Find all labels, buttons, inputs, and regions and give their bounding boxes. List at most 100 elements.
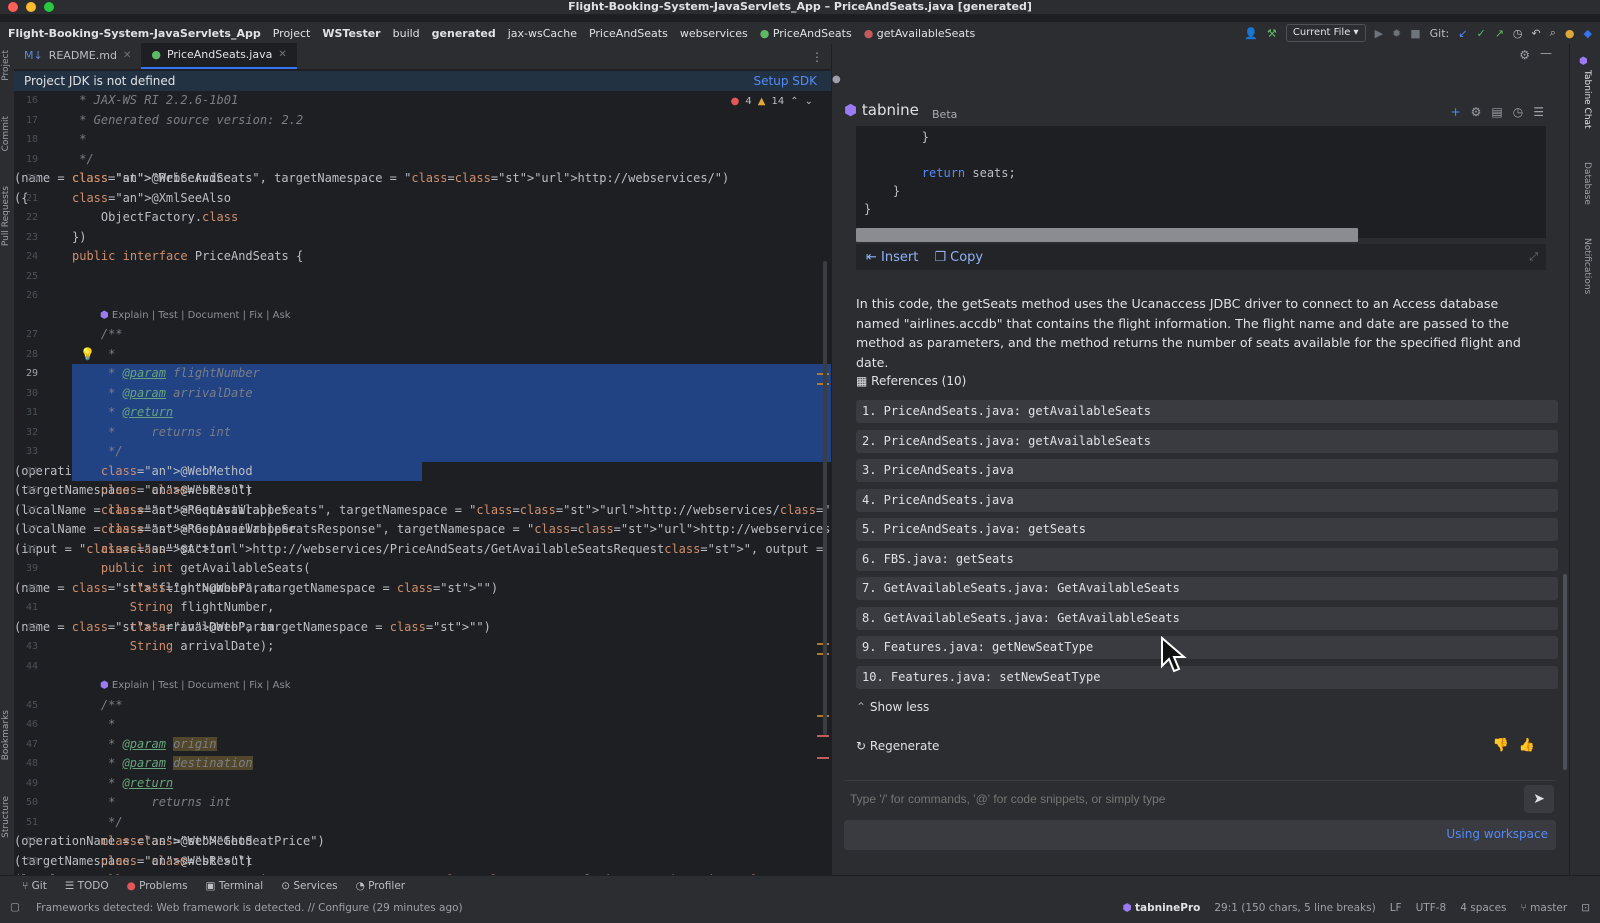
code-line[interactable]: 16 * JAX-WS RI 2.2.6-1b01 [14,91,831,111]
lock-icon[interactable]: ⊡ [1581,902,1590,914]
reference-item[interactable]: 1. PriceAndSeats.java: getAvailableSeats [856,400,1558,423]
structure-tool-button[interactable]: Structure [1,796,11,838]
minimize-window-button[interactable] [26,2,36,12]
code-line[interactable]: 36 class="an">@RequestWrapper (localName … [14,501,831,521]
code-line[interactable]: 35 class="an">@WebResult (targetNamespace… [14,481,831,501]
code-line[interactable]: 41 String flightNumber, [14,598,831,618]
expand-icon[interactable]: ⤢ [1529,250,1538,264]
terminal-tool-button[interactable]: ▣ Terminal [206,880,264,892]
code-line[interactable]: 43 String arrivalDate); [14,637,831,657]
reference-item[interactable]: 5. PriceAndSeats.java: getSeats [856,518,1558,541]
tab-priceandseats[interactable]: ● PriceAndSeats.java ✕ [141,42,297,69]
code-line[interactable]: 33 */ [14,442,831,462]
using-workspace-link[interactable]: Using workspace [1446,827,1548,841]
code-line[interactable]: 37 class="an">@ResponseWrapper (localName… [14,520,831,540]
breadcrumb-interface[interactable]: ● PriceAndSeats [760,27,852,40]
git-push-icon[interactable]: ↗ [1495,27,1504,40]
build-hammer-icon[interactable]: ⚒ [1267,27,1277,40]
reference-item[interactable]: 10. Features.java: setNewSeatType [856,665,1558,689]
feedback-icon[interactable]: ▤ [1491,105,1502,119]
code-line[interactable]: 17 * Generated source version: 2.2 [14,111,831,131]
git-branch[interactable]: ⑂ master [1521,902,1568,914]
run-icon[interactable]: ▶ [1375,27,1383,40]
close-tab-icon[interactable]: ✕ [278,42,286,68]
chat-input[interactable] [844,787,1514,811]
reference-item[interactable]: 7. GetAvailableSeats.java: GetAvailableS… [856,577,1558,600]
code-lens-actions[interactable]: ⬢ Explain | Test | Document | Fix | Ask [100,676,291,696]
bookmarks-tool-button[interactable]: Bookmarks [1,710,11,760]
tabs-more-icon[interactable]: ⋮ [811,50,823,64]
panel-scrollbar[interactable] [1563,574,1567,770]
rollback-icon[interactable]: ↶ [1532,27,1541,40]
code-line[interactable]: 32 * returns int [14,422,831,442]
reference-item[interactable]: 3. PriceAndSeats.java [856,459,1558,482]
tabnine-code-lens[interactable]: ⬢ Explain | Test | Document | Fix | Ask [14,306,831,326]
breadcrumb-project[interactable]: Flight-Booking-System-JavaServlets_App [8,27,261,40]
breadcrumb-item[interactable]: build [393,27,420,40]
editor-scrollbar[interactable] [817,91,829,875]
git-update-icon[interactable]: ↙ [1458,27,1467,40]
chevron-up-icon[interactable]: ⌃ [790,96,798,107]
code-line[interactable]: 25 [14,267,831,287]
settings-icon[interactable]: ⚙ [1471,105,1482,119]
reference-item[interactable]: 6. FBS.java: getSeats [856,547,1558,571]
git-commit-icon[interactable]: ✓ [1476,27,1485,40]
status-message[interactable]: Frameworks detected: Web framework is de… [36,902,463,914]
code-line[interactable]: 50 * returns int [14,793,831,813]
code-line[interactable]: 53 class="an">@WebResult (targetNamespace… [14,852,831,872]
code-lens-actions[interactable]: ⬢ Explain | Test | Document | Fix | Ask [100,306,291,326]
close-tab-icon[interactable]: ✕ [123,43,131,69]
code-line[interactable]: 19 */ [14,150,831,170]
code-line[interactable]: 51 */ [14,813,831,833]
code-line[interactable]: 23}) [14,228,831,248]
code-line[interactable]: 52 class="an">@WebMethod (operationName =… [14,832,831,852]
code-line[interactable]: 28 * 💡 [14,345,831,365]
breadcrumb-item[interactable]: WSTester [322,27,380,40]
insert-button[interactable]: ⇤ Insert [866,250,918,265]
hide-panel-icon[interactable]: — [1540,46,1552,60]
code-line[interactable]: 24 public interface PriceAndSeats { [14,247,831,267]
copy-button[interactable]: ❐ Copy [934,250,983,265]
code-line[interactable]: 46 * [14,715,831,735]
code-line[interactable]: 27 /** [14,325,831,345]
debug-icon[interactable]: ✹ [1392,27,1401,40]
thumbs-up-icon[interactable]: 👍 [1519,738,1535,753]
gear-icon[interactable]: ⚙ [1519,48,1530,62]
updates-icon[interactable]: ● [1565,27,1575,40]
code-line[interactable]: 22 ObjectFactory.class [14,208,831,228]
todo-tool-button[interactable]: ☰ TODO [65,880,109,892]
code-line[interactable]: 39 public int getAvailableSeats( [14,559,831,579]
code-line[interactable]: 44 [14,657,831,677]
pull-requests-tool-button[interactable]: Pull Requests [1,186,11,246]
code-line[interactable]: 49 * @return [14,774,831,794]
code-line[interactable]: 20 class="an">@WebService (name = class="s… [14,169,831,189]
tab-readme[interactable]: M↓ README.md ✕ [14,43,141,69]
code-line[interactable]: 48 * @param destination [14,754,831,774]
code-block-scrollbar[interactable] [856,228,1358,242]
regenerate-button[interactable]: ↻ Regenerate [856,739,939,753]
code-line[interactable]: 26 [14,286,831,306]
code-line[interactable]: 31 * @return [14,403,831,423]
breadcrumb-item[interactable]: webservices [680,27,748,40]
tabnine-status[interactable]: ⬢ tabninePro [1122,902,1200,914]
reference-item[interactable]: 8. GetAvailableSeats.java: GetAvailableS… [856,606,1558,630]
chevron-down-icon[interactable]: ⌄ [805,96,813,107]
inspection-widget[interactable]: ● 4 ▲ 14 ⌃ ⌄ [731,96,813,107]
code-line[interactable]: 34 class="an">@WebMethod(operationName =… [14,461,831,481]
profiler-tool-button[interactable]: ◔ Profiler [356,880,405,892]
code-line[interactable]: 21 class="an">@XmlSeeAlso({ [14,189,831,209]
stop-icon[interactable]: ■ [1410,27,1420,40]
setup-sdk-link[interactable]: Setup SDK [754,71,817,91]
notifications-tool-button[interactable]: Notifications [1582,238,1592,294]
code-area[interactable]: 16 * JAX-WS RI 2.2.6-1b01 17 * Generated … [14,91,831,875]
thumbs-down-icon[interactable]: 👎 [1493,738,1509,753]
code-line[interactable]: 38 class="an">@Action (input = "class=cla… [14,540,831,560]
code-line[interactable]: 18 * [14,130,831,150]
line-separator[interactable]: LF [1390,902,1402,914]
code-line[interactable]: 29 * @param flightNumber [14,364,831,384]
breadcrumb-item[interactable]: Project [273,27,311,40]
show-less-toggle[interactable]: ⌃ Show less [856,700,929,714]
status-layout-icon[interactable]: ▢ [10,901,20,913]
services-tool-button[interactable]: ⊙ Services [281,880,337,892]
search-icon[interactable]: ⌕ [1550,26,1556,40]
